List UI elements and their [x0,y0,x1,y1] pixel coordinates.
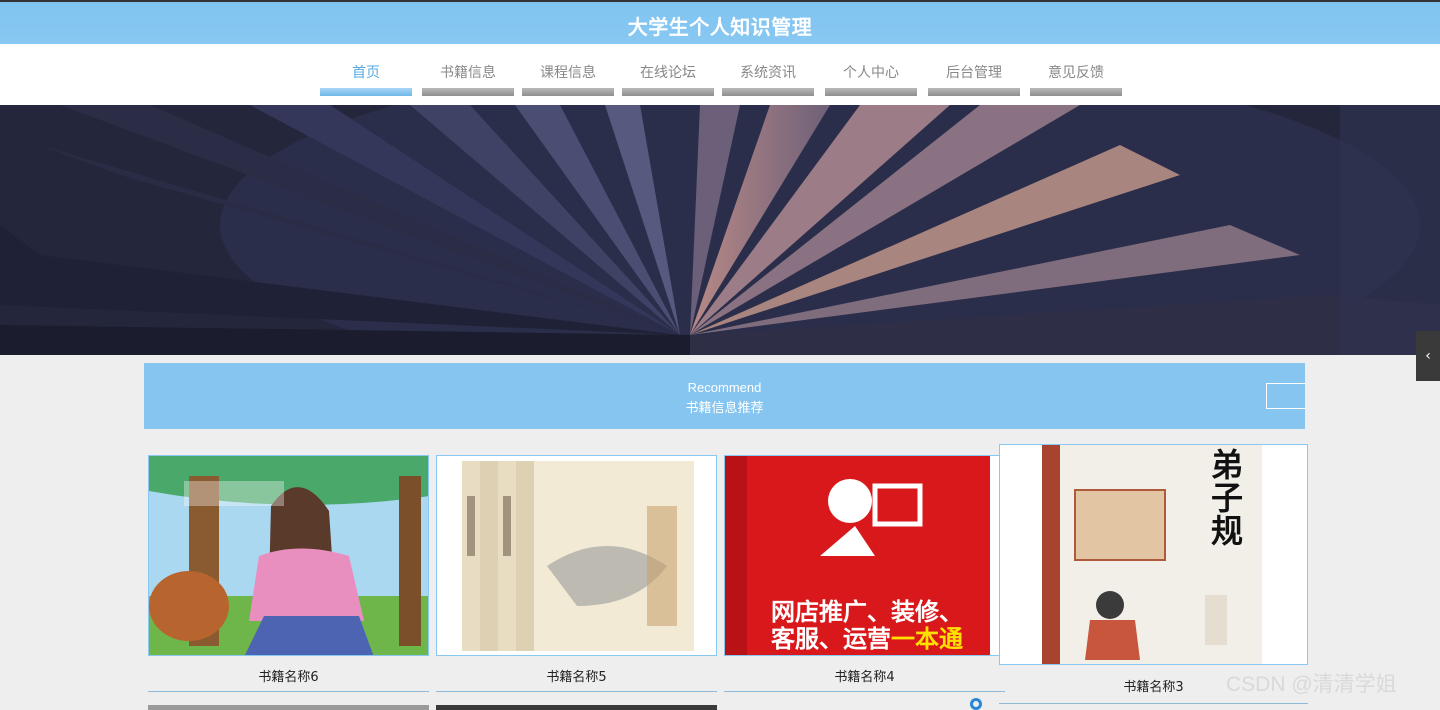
book-card-4[interactable]: 网店推广、装修、 客服、运营一本通 书籍名称4 [724,455,1005,692]
site-title: 大学生个人知识管理 [627,15,813,39]
nav-underline [422,88,514,96]
nav-underline [825,88,917,96]
cover-title-line3: 一本通 [891,625,963,653]
nav-item-label: 意见反馈 [1048,65,1104,81]
cover-char-3: 规 [1210,512,1243,550]
book-cover-partial [436,705,717,710]
nav-underline [722,88,814,96]
open-book-image [0,105,1440,355]
nav-item-label: 在线论坛 [640,65,696,81]
book-cover-6 [148,455,429,656]
divider [724,691,1005,692]
main-nav: 首页 书籍信息 课程信息 在线论坛 系统资讯 个人中心 后台管理 意见反馈 [0,44,1440,105]
nav-underline [622,88,714,96]
recommend-header: Recommend 书籍信息推荐 [144,363,1305,429]
cover-char-1: 弟 [1210,446,1243,484]
recommend-title-cn: 书籍信息推荐 [685,401,764,416]
book-cover-4: 网店推广、装修、 客服、运营一本通 [724,455,1005,656]
book-cover-3: 弟 子 规 [999,444,1308,665]
book-name: 书籍名称4 [834,670,895,685]
nav-item-home[interactable]: 首页 [320,62,412,98]
book-cover-5 [436,455,717,656]
watermark: CSDN @清清学姐 [1226,673,1397,696]
nav-underline [1030,88,1122,96]
book-card-6[interactable]: 书籍名称6 [148,455,429,692]
nav-underline [928,88,1020,96]
nav-item-label: 首页 [352,65,380,81]
cursor-indicator-icon [970,698,982,710]
nav-item-label: 后台管理 [946,65,1002,81]
divider [148,691,429,692]
hero-banner [0,105,1440,355]
book-card-5[interactable]: 书籍名称5 [436,455,717,692]
divider [999,703,1308,704]
nav-item-label: 个人中心 [843,65,899,81]
nav-item-admin[interactable]: 后台管理 [928,62,1020,98]
cover-char-2: 子 [1210,479,1243,517]
cover-title-line2: 客服、运营 [771,625,891,653]
book-card-3[interactable]: 弟 子 规 书籍名称3 [999,444,1308,704]
more-button[interactable] [1266,383,1305,409]
nav-item-feedback[interactable]: 意见反馈 [1030,62,1122,98]
nav-item-books[interactable]: 书籍信息 [422,62,514,98]
header-bar: 大学生个人知识管理 [0,0,1440,44]
nav-underline [522,88,614,96]
book-name: 书籍名称6 [258,670,319,685]
nav-item-news[interactable]: 系统资讯 [722,62,814,98]
book-cover-partial [148,705,429,710]
divider [436,691,717,692]
book-name: 书籍名称5 [546,670,607,685]
nav-item-forum[interactable]: 在线论坛 [622,62,714,98]
nav-underline [320,88,412,96]
nav-item-profile[interactable]: 个人中心 [825,62,917,98]
recommend-title-en: Recommend [687,380,762,395]
nav-item-courses[interactable]: 课程信息 [522,62,614,98]
nav-item-label: 书籍信息 [440,65,496,81]
side-collapse-tab[interactable]: ‹ [1416,331,1440,381]
nav-item-label: 系统资讯 [740,65,796,81]
nav-item-label: 课程信息 [540,65,596,81]
